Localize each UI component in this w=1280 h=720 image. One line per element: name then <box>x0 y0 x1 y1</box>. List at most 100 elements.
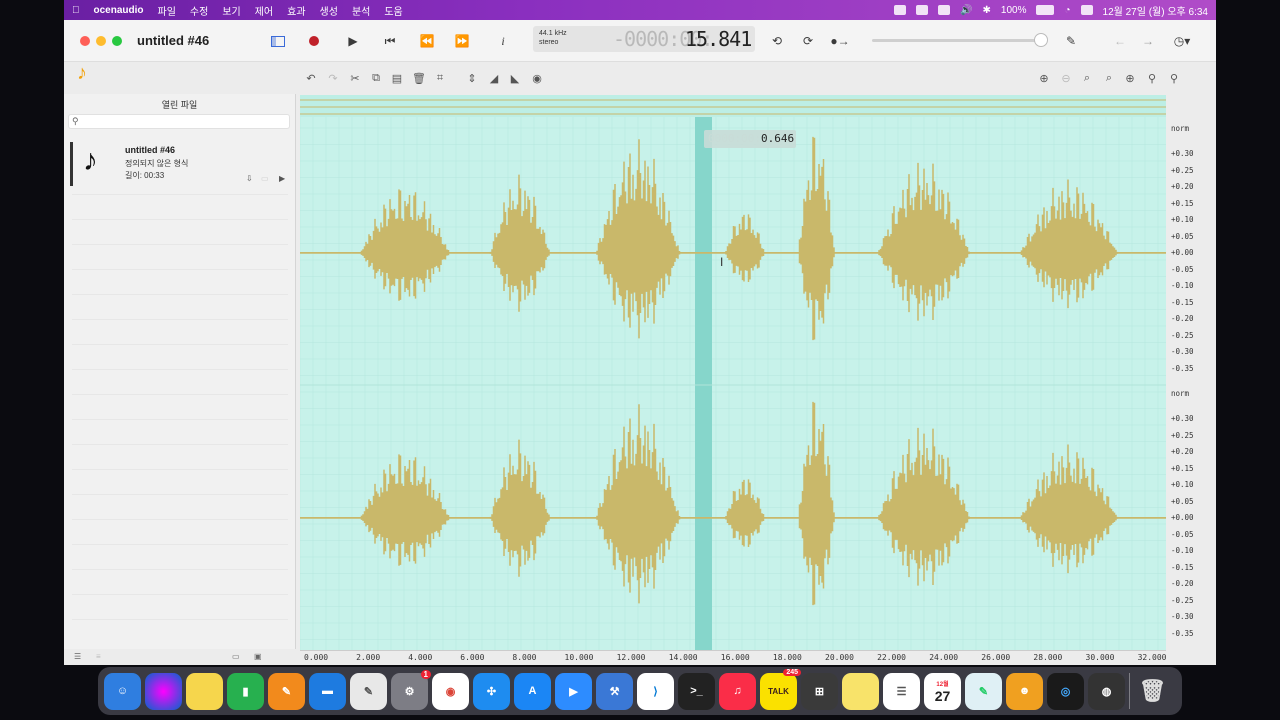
volume-slider-knob[interactable] <box>1034 33 1048 47</box>
wifi-icon[interactable]: ◔ <box>1064 5 1070 16</box>
bluetooth-icon[interactable]: ✱ <box>983 5 991 16</box>
volume-icon[interactable]: 🔊 <box>960 5 972 16</box>
script-editor-icon[interactable]: ✎ <box>965 672 1002 710</box>
file-format: 정의되지 않은 형식 <box>125 159 189 168</box>
calculator-icon[interactable]: ⊞ <box>801 672 838 710</box>
quicktime-icon[interactable]: ◎ <box>1047 672 1084 710</box>
export-icon[interactable]: ⇩ <box>246 174 253 183</box>
fade-in-button[interactable]: ◢ <box>486 70 502 86</box>
cloud-icon[interactable] <box>916 5 929 15</box>
chrome-icon[interactable]: ◉ <box>432 672 469 710</box>
zoom-in-button[interactable]: ⊕ <box>1036 70 1052 86</box>
textedit-icon[interactable]: ✎ <box>350 672 387 710</box>
selection-region[interactable] <box>695 95 712 650</box>
play-button[interactable]: ▶ <box>343 31 363 51</box>
waveform-view[interactable]: 0000:00:0 0.646 I <box>299 94 1167 650</box>
ocenaudio-dock-icon[interactable]: ☻ <box>1006 672 1043 710</box>
record-status-icon[interactable] <box>894 5 907 15</box>
redo-button[interactable]: ↷ <box>325 70 341 86</box>
record-button[interactable] <box>304 31 324 51</box>
app-menu[interactable]: ocenaudio <box>94 5 144 16</box>
clock[interactable]: 12월 27일 (월) 오후 6:34 <box>1103 3 1208 18</box>
music-icon[interactable]: ♫ <box>719 672 756 710</box>
zoom-vertical-out-button[interactable]: ⚲ <box>1144 70 1160 86</box>
forward-button[interactable]: → <box>1138 31 1158 51</box>
grid-view-icon[interactable]: ≡ <box>96 652 101 661</box>
zoom-reset-button[interactable]: ⚲ <box>1166 70 1182 86</box>
fast-forward-button[interactable]: ⏩ <box>452 31 472 51</box>
xcode-icon[interactable]: ⚒ <box>596 672 633 710</box>
file-list-item[interactable]: ♪ untitled #46 정의되지 않은 형식 길이: 00:33 ⇩ ▭ … <box>70 142 292 186</box>
paste-button[interactable]: ▤ <box>389 70 405 86</box>
obs-icon[interactable]: ◍ <box>1088 672 1125 710</box>
list-divider <box>72 619 288 620</box>
kakaotalk-icon[interactable]: TALK 245 <box>760 668 801 710</box>
pages-icon[interactable]: ✎ <box>268 672 305 710</box>
menu-edit[interactable]: 수정 <box>190 3 208 18</box>
notes-icon[interactable] <box>842 672 879 710</box>
crop-button[interactable]: ⌗ <box>432 70 448 86</box>
finder-icon[interactable]: ☺ <box>104 672 141 710</box>
info-button[interactable]: i <box>493 31 513 51</box>
loop-button[interactable]: ⟲ <box>767 31 787 51</box>
zoom-out-button[interactable]: ⊖ <box>1058 70 1074 86</box>
battery-icon[interactable] <box>1036 5 1055 15</box>
add-file-icon[interactable]: ▭ <box>232 652 240 661</box>
volume-slider[interactable] <box>872 33 1048 47</box>
safari-icon[interactable]: ✣ <box>473 672 510 710</box>
close-window-button[interactable] <box>80 36 90 46</box>
time-tick-label: 4.000 <box>408 653 433 662</box>
numbers-icon[interactable]: ▮ <box>227 672 264 710</box>
stickies-icon[interactable] <box>186 672 223 710</box>
keynote-icon[interactable]: ▬ <box>309 672 346 710</box>
file-options-icon[interactable]: ▭ <box>261 174 269 183</box>
menu-help[interactable]: 도움 <box>384 3 402 18</box>
menu-analyze[interactable]: 분석 <box>352 3 370 18</box>
system-preferences-icon[interactable]: ⚙ 1 <box>391 669 431 710</box>
follow-playhead-button[interactable]: ●→ <box>830 31 850 51</box>
zoom-window-button[interactable] <box>112 36 122 46</box>
repeat-button[interactable]: ⟳ <box>798 31 818 51</box>
waveform-canvas[interactable] <box>299 94 1167 650</box>
zoom-selection-button[interactable]: ⌕ <box>1079 70 1095 86</box>
cut-button[interactable]: ✂ <box>347 70 363 86</box>
list-view-icon[interactable]: ☰ <box>74 652 81 661</box>
effects-button[interactable]: ◉ <box>529 70 545 86</box>
undo-button[interactable]: ↶ <box>303 70 319 86</box>
terminal-icon[interactable]: >_ <box>678 672 715 710</box>
calendar-icon[interactable]: 12월 27 <box>924 672 961 710</box>
sidebar-toggle-button[interactable] <box>268 31 288 51</box>
file-play-icon[interactable]: ▶ <box>279 174 285 183</box>
back-button[interactable]: ← <box>1110 31 1130 51</box>
delete-button[interactable]: 🗑 <box>411 70 427 86</box>
input-method-icon[interactable] <box>938 5 951 15</box>
siri-icon[interactable] <box>145 672 182 710</box>
normalize-button[interactable]: ⇕ <box>464 70 480 86</box>
repeat-icon: ⟳ <box>802 34 814 48</box>
fade-out-button[interactable]: ◣ <box>507 70 523 86</box>
zoom-icon[interactable]: ▶ <box>555 672 592 710</box>
skip-to-start-button[interactable]: ⏮ <box>380 31 400 51</box>
rewind-button[interactable]: ⏪ <box>417 31 437 51</box>
mute-button[interactable]: ✎ <box>1061 31 1081 51</box>
history-button[interactable]: ◷▾ <box>1172 31 1192 51</box>
vscode-icon[interactable]: ⟩ <box>637 672 674 710</box>
list-divider <box>72 194 288 195</box>
battery-label[interactable]: 100% <box>1001 5 1027 16</box>
copy-button[interactable]: ⧉ <box>368 70 384 86</box>
menu-generate[interactable]: 생성 <box>320 3 338 18</box>
menu-view[interactable]: 보기 <box>222 3 240 18</box>
apple-icon[interactable]:  <box>72 5 80 16</box>
menu-effects[interactable]: 효과 <box>287 3 305 18</box>
trash-dock-icon[interactable]: 🗑 <box>1134 673 1171 710</box>
menu-control[interactable]: 제어 <box>255 3 273 18</box>
reminders-icon[interactable]: ☰ <box>883 672 920 710</box>
zoom-fit-button[interactable]: ⌕ <box>1101 70 1117 86</box>
save-file-icon[interactable]: ▣ <box>254 652 262 661</box>
minimize-window-button[interactable] <box>96 36 106 46</box>
menu-file[interactable]: 파일 <box>158 3 176 18</box>
app-store-icon[interactable]: A <box>514 672 551 710</box>
zoom-vertical-in-button[interactable]: ⊕ <box>1122 70 1138 86</box>
control-center-icon[interactable] <box>1080 5 1093 15</box>
file-search-input[interactable]: ⚲ <box>68 114 290 129</box>
